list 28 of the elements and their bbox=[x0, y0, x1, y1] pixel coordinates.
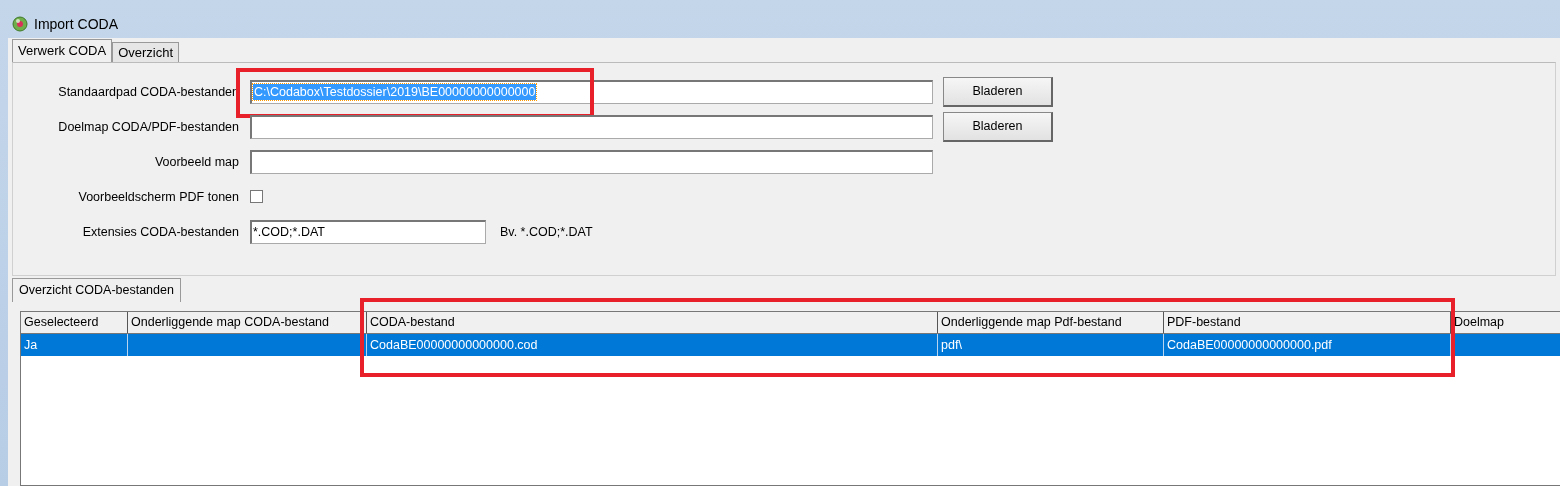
column-header[interactable]: Onderliggende map Pdf-bestand bbox=[938, 312, 1164, 333]
folder-field[interactable] bbox=[250, 149, 933, 174]
field-label: Doelmap CODA/PDF-bestanden bbox=[57, 119, 240, 134]
tab[interactable]: Overzicht bbox=[112, 42, 180, 62]
extensions-field[interactable]: *.COD;*.DAT bbox=[250, 219, 486, 244]
tab[interactable]: Overzicht CODA-bestanden bbox=[12, 278, 181, 302]
field-label: Standaardpad CODA-bestanden bbox=[57, 84, 240, 99]
tab[interactable]: Verwerk CODA bbox=[12, 39, 113, 62]
browse-button[interactable]: Bladeren bbox=[943, 76, 1053, 107]
table-row[interactable]: Ja CodaBE00000000000000.cod pdf\ CodaBE00000000000000.pdf bbox=[21, 334, 1560, 356]
column-header[interactable]: Geselecteerd bbox=[21, 312, 128, 333]
field-label: Voorbeeld map bbox=[153, 154, 240, 169]
app-icon bbox=[12, 16, 28, 32]
browse-button[interactable]: Bladeren bbox=[943, 111, 1053, 142]
field-label: Extensies CODA-bestanden bbox=[81, 224, 240, 239]
window-title: Import CODA bbox=[34, 16, 118, 32]
table-cell: pdf\ bbox=[938, 334, 1164, 356]
hint-text: Bv. *.COD;*.DAT bbox=[500, 224, 593, 239]
column-header[interactable]: PDF-bestand bbox=[1164, 312, 1451, 333]
path-field[interactable] bbox=[250, 114, 933, 139]
column-header[interactable]: Doelmap bbox=[1451, 312, 1560, 333]
column-header[interactable]: Onderliggende map CODA-bestand bbox=[128, 312, 367, 333]
table-cell: CodaBE00000000000000.pdf bbox=[1164, 334, 1451, 356]
column-header[interactable]: CODA-bestand bbox=[367, 312, 938, 333]
table-cell: Ja bbox=[21, 334, 128, 356]
field-label: Voorbeeldscherm PDF tonen bbox=[77, 189, 240, 204]
checkbox[interactable] bbox=[250, 190, 263, 203]
table-cell: CodaBE00000000000000.cod bbox=[367, 334, 938, 356]
